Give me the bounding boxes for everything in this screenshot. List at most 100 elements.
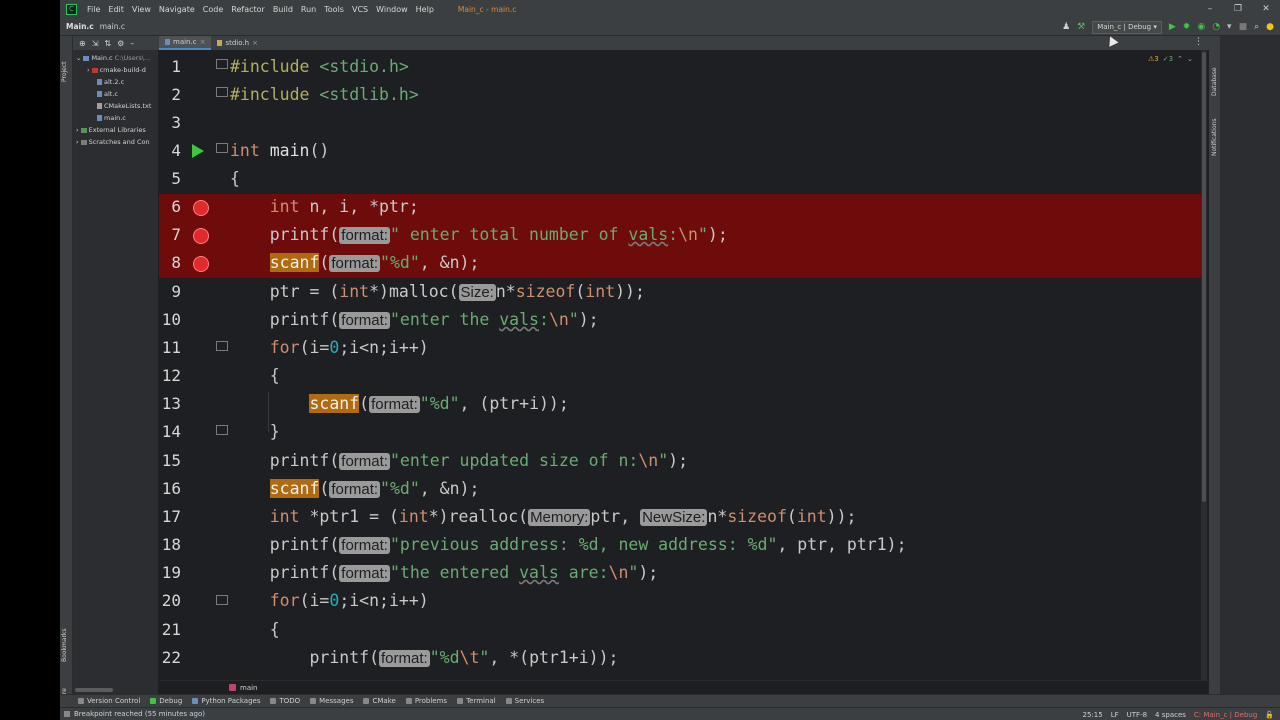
tool-services[interactable]: Services	[505, 697, 544, 705]
menu-run[interactable]: Run	[297, 5, 320, 14]
close-window-button[interactable]: ✕	[1252, 0, 1280, 18]
database-tool-button[interactable]: Database	[1211, 67, 1218, 96]
breadcrumb-main[interactable]: main	[240, 684, 258, 692]
line-number[interactable]: 21	[159, 616, 181, 644]
tool-terminal[interactable]: Terminal	[457, 697, 496, 705]
profile-icon[interactable]: ◔	[1212, 22, 1220, 32]
line-number[interactable]: 14	[159, 418, 181, 446]
nav-project[interactable]: Main.c	[66, 22, 94, 31]
menu-vcs[interactable]: VCS	[348, 5, 372, 14]
tab-menu-icon[interactable]: ⋮	[1194, 37, 1203, 47]
line-number[interactable]: 11	[159, 334, 181, 362]
menu-code[interactable]: Code	[199, 5, 227, 14]
tree-scratches[interactable]: › Scratches and Con	[76, 136, 150, 148]
fold-icon[interactable]	[216, 143, 228, 153]
coverage-icon[interactable]: ◉	[1197, 22, 1205, 32]
line-number[interactable]: 8	[159, 249, 181, 277]
line-separator[interactable]: LF	[1111, 711, 1119, 719]
line-number[interactable]: 17	[159, 503, 181, 531]
lock-icon[interactable]: 🔓	[1265, 711, 1274, 719]
tree-external-libraries[interactable]: › External Libraries	[76, 124, 146, 136]
chevron-up-icon[interactable]: ⌃	[1177, 55, 1183, 63]
run-gutter-icon[interactable]	[192, 144, 204, 158]
nav-file[interactable]: main.c	[100, 22, 125, 31]
file-encoding[interactable]: UTF-8	[1127, 711, 1147, 719]
run-configuration-select[interactable]: Main_c | Debug ▾	[1092, 20, 1162, 34]
line-number[interactable]: 3	[159, 109, 181, 137]
settings-gear-icon[interactable]: ⚙	[117, 39, 124, 48]
line-number[interactable]: 22	[159, 644, 181, 672]
build-hammer-icon[interactable]: ⚒	[1077, 22, 1085, 32]
tree-item-main-c[interactable]: main.c	[97, 112, 126, 124]
line-number[interactable]: 9	[159, 278, 181, 306]
stop-icon[interactable]: ■	[1239, 22, 1248, 32]
horizontal-scrollbar[interactable]	[75, 688, 113, 692]
tool-debug[interactable]: Debug	[150, 697, 182, 705]
user-icon[interactable]: ♟	[1062, 22, 1070, 32]
tool-cmake[interactable]: CMake	[363, 697, 396, 705]
line-number[interactable]: 16	[159, 475, 181, 503]
indent-setting[interactable]: 4 spaces	[1155, 711, 1186, 719]
fold-icon[interactable]	[216, 59, 228, 69]
bookmarks-tool-button[interactable]: Bookmarks	[61, 628, 68, 662]
fold-icon[interactable]	[216, 341, 228, 351]
expand-all-icon[interactable]: ⇲	[92, 39, 99, 48]
more-run-icon[interactable]: ▾	[1227, 22, 1232, 32]
tree-item-cmakelists[interactable]: CMakeLists.txt	[97, 100, 151, 112]
caret-position[interactable]: 25:15	[1083, 711, 1103, 719]
minimize-button[interactable]: –	[1196, 0, 1224, 18]
ide-status-icon[interactable]: ●	[1266, 22, 1274, 32]
menu-refactor[interactable]: Refactor	[227, 5, 269, 14]
menu-navigate[interactable]: Navigate	[155, 5, 199, 14]
menu-file[interactable]: File	[83, 5, 104, 14]
line-number[interactable]: 7	[159, 221, 181, 249]
tool-messages[interactable]: Messages	[310, 697, 353, 705]
fold-icon[interactable]	[216, 87, 228, 97]
tool-version-control[interactable]: Version Control	[78, 697, 140, 705]
close-icon[interactable]: ×	[200, 38, 206, 46]
tab-stdio-h[interactable]: stdio.h ×	[211, 36, 263, 50]
menu-tools[interactable]: Tools	[320, 5, 348, 14]
tree-item-alt-c[interactable]: alt.c	[97, 88, 118, 100]
line-number[interactable]: 1	[159, 53, 181, 81]
menu-window[interactable]: Window	[372, 5, 412, 14]
tree-root[interactable]: ⌄ Main.c C:\Users\...	[76, 52, 150, 64]
line-number[interactable]: 12	[159, 362, 181, 390]
debug-icon[interactable]: ✹	[1183, 22, 1191, 32]
line-number[interactable]: 2	[159, 81, 181, 109]
project-tool-button[interactable]: Project	[61, 61, 68, 82]
restore-button[interactable]: ❐	[1224, 0, 1252, 18]
search-icon[interactable]: ⌕	[1254, 22, 1259, 32]
fold-icon[interactable]	[216, 595, 228, 605]
menu-view[interactable]: View	[128, 5, 155, 14]
line-number[interactable]: 18	[159, 531, 181, 559]
tab-main-c[interactable]: main.c ×	[159, 36, 212, 50]
line-number[interactable]: 6	[159, 193, 181, 221]
line-number[interactable]: 10	[159, 306, 181, 334]
menu-build[interactable]: Build	[269, 5, 297, 14]
close-icon[interactable]: ×	[252, 39, 258, 47]
chevron-down-icon[interactable]: ⌄	[1187, 55, 1193, 63]
run-icon[interactable]: ▶	[1169, 22, 1176, 32]
line-number[interactable]: 13	[159, 390, 181, 418]
select-opened-file-icon[interactable]: ⊕	[79, 39, 86, 48]
line-number[interactable]: 19	[159, 559, 181, 587]
status-message[interactable]: Breakpoint reached (55 minutes ago)	[74, 710, 205, 718]
line-number[interactable]: 20	[159, 587, 181, 615]
menu-help[interactable]: Help	[412, 5, 438, 14]
tree-item-cmake-build[interactable]: › cmake-build-d	[87, 64, 146, 76]
status-run-config[interactable]: C: Main_c | Debug	[1194, 711, 1257, 719]
fold-icon[interactable]	[216, 425, 228, 435]
breakpoint-icon[interactable]	[193, 228, 209, 244]
hide-panel-icon[interactable]: –	[130, 39, 134, 48]
code-editor[interactable]: 1 2 3 4 5 6 7 8 9 10 11 12 13 14 15 16 1…	[159, 50, 1209, 680]
inspection-widget[interactable]: ⚠3 ✓3 ⌃ ⌄	[1148, 55, 1193, 63]
breakpoint-icon[interactable]	[193, 256, 209, 272]
line-number[interactable]: 15	[159, 447, 181, 475]
tree-item-alt2-c[interactable]: alt.2.c	[97, 76, 124, 88]
line-number[interactable]: 4	[159, 137, 181, 165]
tool-python-packages[interactable]: Python Packages	[192, 697, 260, 705]
menu-edit[interactable]: Edit	[104, 5, 128, 14]
line-number[interactable]: 5	[159, 165, 181, 193]
collapse-all-icon[interactable]: ⇅	[104, 39, 111, 48]
